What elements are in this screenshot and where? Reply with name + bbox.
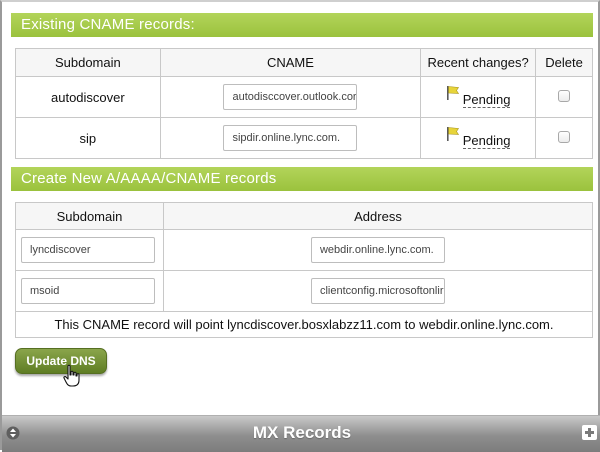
subdomain-cell: sip xyxy=(15,117,161,159)
subdomain-input[interactable]: msoid xyxy=(21,278,155,304)
cname-cell: autodisccover.outlook.cor xyxy=(159,76,422,118)
table-row: lyncdiscover webdir.online.lync.com. xyxy=(15,229,594,271)
plus-icon[interactable] xyxy=(582,425,597,440)
column-header-recent-changes: Recent changes? xyxy=(420,48,537,77)
create-records-table: Subdomain Address lyncdiscover webdir.on… xyxy=(15,202,594,338)
subdomain-cell: autodiscover xyxy=(15,76,161,118)
mx-records-bar[interactable]: MX Records xyxy=(2,415,600,452)
cname-note: This CNAME record will point lyncdiscove… xyxy=(15,311,593,338)
pending-status[interactable]: Pending xyxy=(446,127,511,149)
delete-cell xyxy=(535,117,593,159)
mx-records-title: MX Records xyxy=(252,423,352,442)
address-cell: clientconfig.microsoftonlir xyxy=(162,270,594,312)
table-row: autodiscover autodisccover.outlook.cor P… xyxy=(15,76,593,118)
table-row: sip sipdir.online.lync.com. Pending xyxy=(15,117,593,159)
delete-checkbox[interactable] xyxy=(558,130,571,143)
pending-status[interactable]: Pending xyxy=(446,86,511,108)
pending-label[interactable]: Pending xyxy=(462,92,511,108)
table-header-row: Subdomain CNAME Recent changes? Delete xyxy=(15,48,593,77)
existing-cname-header: Existing CNAME records: xyxy=(11,13,593,37)
existing-cname-table: Subdomain CNAME Recent changes? Delete a… xyxy=(15,48,593,159)
table-header-row: Subdomain Address xyxy=(15,202,594,230)
recent-changes-cell: Pending xyxy=(420,76,537,118)
hand-pointer-icon xyxy=(63,364,80,387)
create-records-header: Create New A/AAAA/CNAME records xyxy=(11,167,593,191)
subdomain-cell: lyncdiscover xyxy=(15,229,164,271)
column-header-delete: Delete xyxy=(535,48,593,77)
cname-field[interactable]: autodisccover.outlook.cor xyxy=(223,84,358,110)
dns-panel: Existing CNAME records: Subdomain CNAME … xyxy=(0,0,600,452)
subdomain-cell: msoid xyxy=(15,270,164,312)
address-input[interactable]: webdir.online.lync.com. xyxy=(310,237,445,263)
subdomain-input[interactable]: lyncdiscover xyxy=(21,237,155,263)
recent-changes-cell: Pending xyxy=(420,117,537,159)
column-header-subdomain: Subdomain xyxy=(15,48,161,77)
update-dns-button[interactable]: Update DNS xyxy=(15,348,107,374)
flag-icon xyxy=(446,86,459,100)
address-input[interactable]: clientconfig.microsoftonlir xyxy=(310,278,445,304)
delete-cell xyxy=(535,76,593,118)
address-cell: webdir.online.lync.com. xyxy=(162,229,594,271)
table-row: msoid clientconfig.microsoftonlir xyxy=(15,270,594,312)
column-header-cname: CNAME xyxy=(159,48,422,77)
pending-label[interactable]: Pending xyxy=(462,133,511,149)
flag-icon xyxy=(446,127,459,141)
cname-field[interactable]: sipdir.online.lync.com. xyxy=(223,125,358,151)
column-header-subdomain: Subdomain xyxy=(15,202,164,230)
cname-cell: sipdir.online.lync.com. xyxy=(159,117,422,159)
delete-checkbox[interactable] xyxy=(558,89,571,102)
column-header-address: Address xyxy=(162,202,594,230)
note-row: This CNAME record will point lyncdiscove… xyxy=(15,311,593,338)
